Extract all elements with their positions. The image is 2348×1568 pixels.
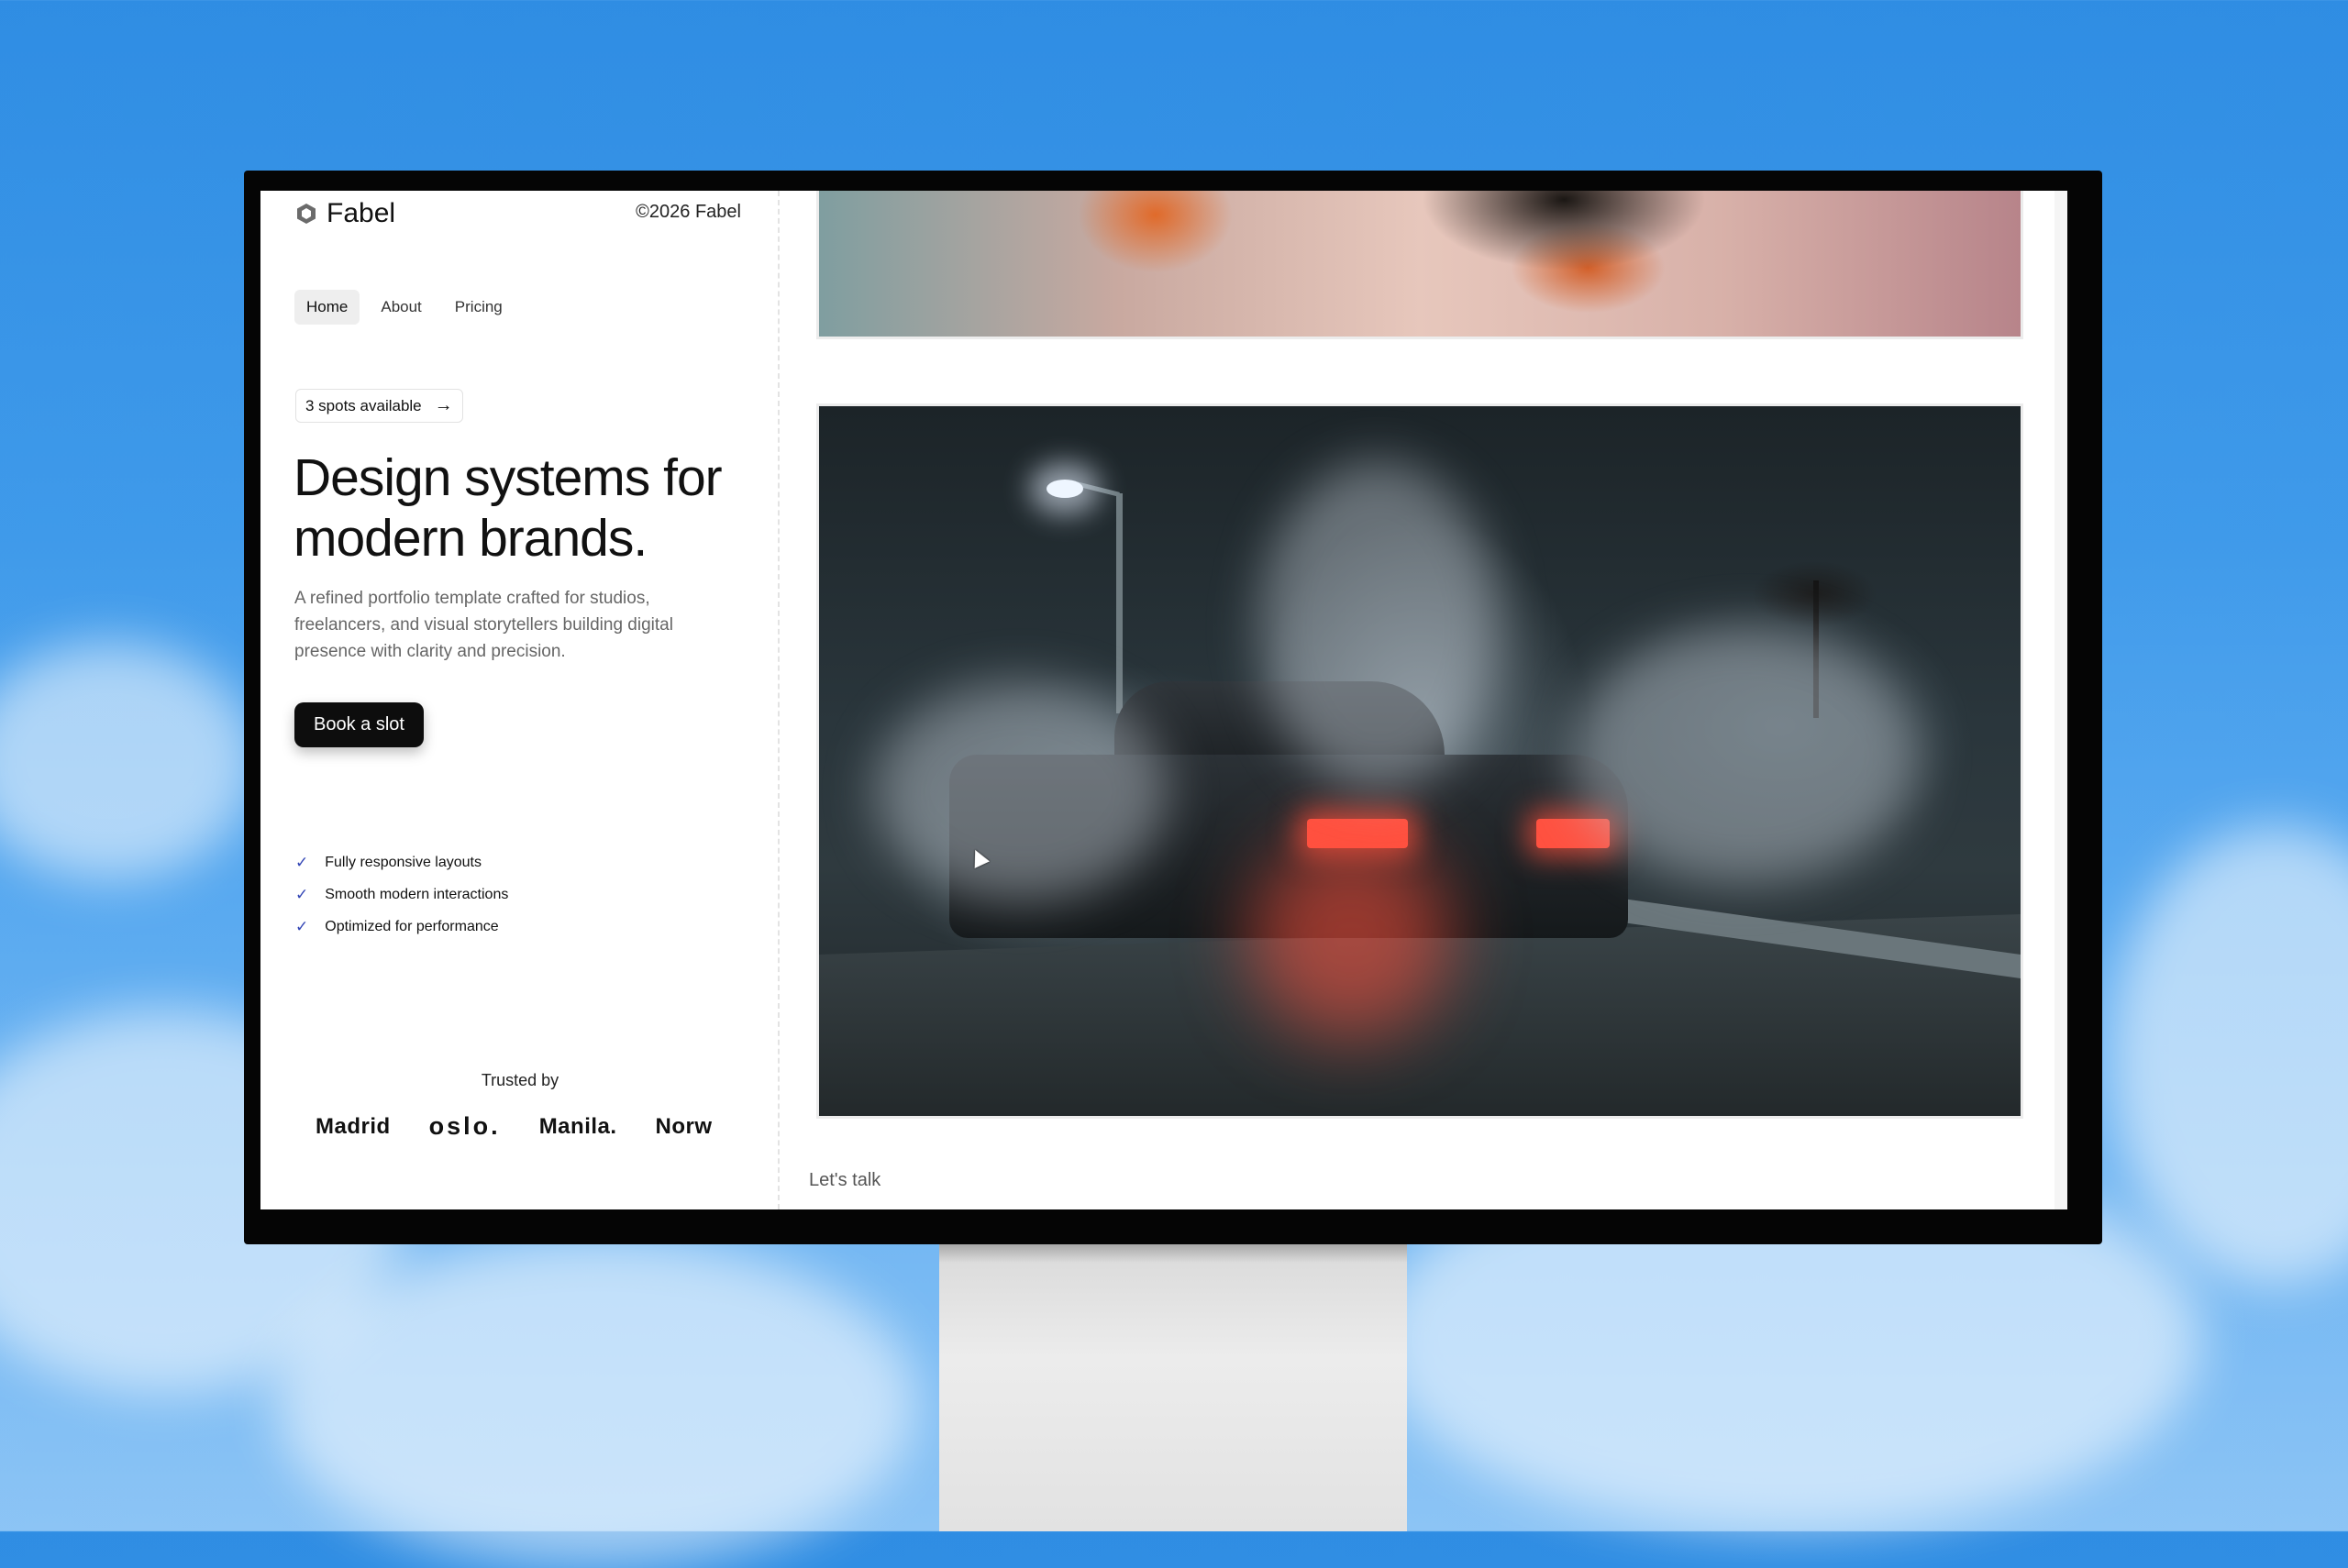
brand-logo-norw: Norw	[655, 1113, 713, 1139]
brand-logo-madrid: Madrid	[316, 1113, 391, 1139]
cloud	[275, 1238, 917, 1568]
hero-description: A refined portfolio template crafted for…	[294, 589, 673, 661]
lets-talk-link[interactable]: Let's talk	[809, 1170, 880, 1191]
spots-badge-label: 3 spots available	[305, 396, 422, 414]
book-slot-button[interactable]: Book a slot	[294, 702, 424, 747]
feature-label: Optimized for performance	[325, 918, 499, 934]
list-item: ✓ Optimized for performance	[295, 911, 508, 943]
red-smoke-glow	[1250, 837, 1452, 1039]
check-icon: ✓	[295, 917, 309, 935]
logo[interactable]: Fabel	[295, 198, 395, 229]
logo-text: Fabel	[327, 198, 396, 228]
scrollbar-track[interactable]	[2054, 191, 2067, 1209]
main-nav: Home About Pricing	[294, 290, 515, 325]
brand-logo-manila: Manila.	[538, 1113, 617, 1139]
hero-headline: Design systems for modern brands.	[294, 448, 723, 568]
left-panel: Fabel ©2026 Fabel Home About Pricing 3 s…	[260, 191, 780, 1209]
check-icon: ✓	[295, 885, 309, 903]
feature-list: ✓ Fully responsive layouts ✓ Smooth mode…	[295, 846, 508, 943]
smoke	[1259, 461, 1498, 791]
copyright: ©2026 Fabel	[636, 202, 741, 222]
monitor-stand	[939, 1242, 1407, 1531]
smoke	[874, 681, 1168, 901]
smoke	[1571, 626, 1920, 883]
feature-label: Fully responsive layouts	[325, 854, 482, 870]
check-icon: ✓	[295, 853, 309, 871]
street-lamp-light	[1047, 480, 1083, 498]
spots-badge[interactable]: 3 spots available →	[295, 389, 463, 423]
hexagon-logo-icon	[297, 204, 316, 224]
cloud	[2110, 825, 2348, 1284]
street-lamp-pole	[1116, 493, 1123, 713]
portfolio-image-car[interactable]	[816, 403, 2023, 1119]
feature-label: Smooth modern interactions	[325, 886, 509, 902]
nav-item-home[interactable]: Home	[294, 290, 360, 325]
brand-logo-oslo: oslo.	[428, 1112, 501, 1140]
portfolio-image-top[interactable]	[816, 191, 2023, 339]
website-screen: Fabel ©2026 Fabel Home About Pricing 3 s…	[260, 191, 2067, 1209]
nav-item-pricing[interactable]: Pricing	[443, 290, 515, 325]
brand-logos: Madrid oslo. Manila. Norw	[316, 1112, 756, 1141]
cloud	[0, 642, 257, 880]
list-item: ✓ Fully responsive layouts	[295, 846, 508, 878]
monitor-stand-shadow	[939, 1242, 1407, 1263]
list-item: ✓ Smooth modern interactions	[295, 878, 508, 911]
nav-item-about[interactable]: About	[369, 290, 433, 325]
trusted-by-label: Trusted by	[481, 1071, 559, 1089]
arrow-right-icon: →	[434, 395, 453, 415]
